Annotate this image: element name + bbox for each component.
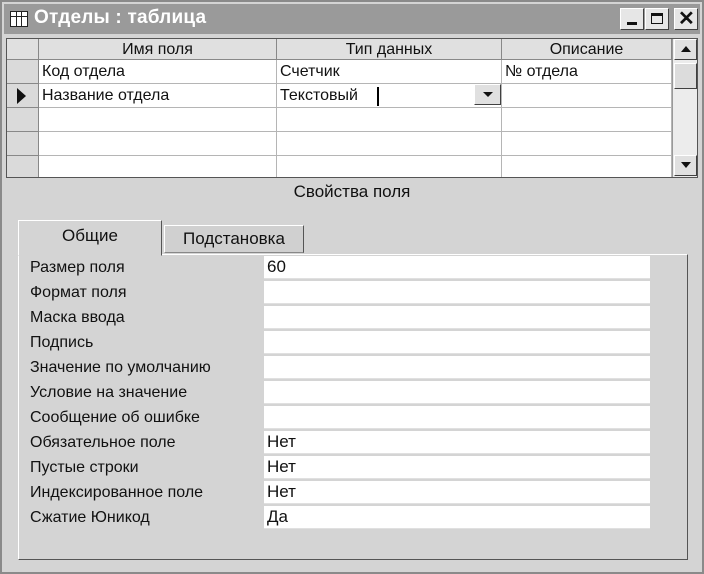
property-label-format: Формат поля [30, 284, 127, 301]
property-label-required: Обязательное поле [30, 434, 176, 451]
description-cell[interactable] [502, 84, 672, 108]
property-label-validation-rule: Условие на значение [30, 384, 188, 401]
data-type-select[interactable]: Текстовый [277, 84, 502, 108]
property-label-allow-empty: Пустые строки [30, 459, 139, 476]
property-label-validation-text: Сообщение об ошибке [30, 409, 200, 426]
property-value-caption[interactable] [264, 331, 650, 354]
row-selector[interactable] [7, 60, 39, 84]
minimize-button[interactable] [620, 8, 644, 30]
table-icon [10, 11, 28, 27]
field-properties-title: Свойства поля [293, 182, 411, 201]
field-name-cell[interactable] [39, 108, 277, 132]
tab-general[interactable]: Общие [18, 220, 162, 256]
data-type-cell[interactable]: Счетчик [277, 60, 502, 84]
property-label-input-mask: Маска ввода [30, 309, 125, 326]
row-selector-current[interactable] [7, 84, 39, 108]
description-cell[interactable] [502, 156, 672, 177]
data-type-cell[interactable] [277, 108, 502, 132]
field-name-cell[interactable]: Код отдела [39, 60, 277, 84]
property-value-format[interactable] [264, 281, 650, 304]
field-name-cell[interactable]: Название отдела [39, 84, 277, 108]
maximize-icon [651, 13, 663, 24]
scrollbar-thumb[interactable] [674, 63, 697, 89]
property-value-required[interactable]: Нет [264, 431, 650, 454]
property-label-field-size: Размер поля [30, 259, 125, 276]
description-cell[interactable]: № отдела [502, 60, 672, 84]
text-caret [377, 87, 379, 106]
row-selector-header [7, 39, 39, 60]
property-value-default-value[interactable] [264, 356, 650, 379]
arrow-up-icon[interactable] [674, 39, 697, 60]
data-type-cell[interactable] [277, 132, 502, 156]
row-selector[interactable] [7, 108, 39, 132]
window-title: Отделы : таблица [34, 7, 207, 28]
row-pointer-icon [17, 88, 26, 104]
row-selector[interactable] [7, 132, 39, 156]
arrow-down-icon[interactable] [674, 155, 697, 176]
property-label-unicode-compression: Сжатие Юникод [30, 509, 150, 526]
column-header-field-name[interactable]: Имя поля [39, 39, 277, 60]
table-design-window: Отделы : таблица ✕ Имя поля Тип данных О… [0, 0, 704, 574]
close-button[interactable]: ✕ [674, 8, 698, 30]
property-value-allow-empty[interactable]: Нет [264, 456, 650, 479]
property-value-input-mask[interactable] [264, 306, 650, 329]
title-bar[interactable]: Отделы : таблица ✕ [4, 4, 700, 34]
field-design-grid: Имя поля Тип данных Описание Код отдела … [6, 38, 698, 178]
tab-lookup[interactable]: Подстановка [164, 225, 304, 253]
maximize-button[interactable] [645, 8, 669, 30]
description-cell[interactable] [502, 132, 672, 156]
field-name-cell[interactable] [39, 132, 277, 156]
column-header-data-type[interactable]: Тип данных [277, 39, 502, 60]
property-value-indexed[interactable]: Нет [264, 481, 650, 504]
row-selector[interactable] [7, 156, 39, 177]
data-type-cell[interactable] [277, 156, 502, 177]
property-label-default-value: Значение по умолчанию [30, 359, 211, 376]
column-header-description[interactable]: Описание [502, 39, 672, 60]
property-value-validation-rule[interactable] [264, 381, 650, 404]
property-value-field-size[interactable]: 60 [264, 256, 650, 279]
minimize-icon [627, 22, 637, 25]
data-type-dropdown-button[interactable] [474, 84, 501, 105]
field-name-cell[interactable] [39, 156, 277, 177]
property-label-indexed: Индексированное поле [30, 484, 204, 501]
description-cell[interactable] [502, 108, 672, 132]
property-label-caption: Подпись [30, 334, 94, 351]
vertical-scrollbar[interactable] [672, 39, 697, 177]
close-icon: ✕ [678, 8, 695, 30]
property-value-unicode-compression[interactable]: Да [264, 506, 650, 529]
property-value-validation-text[interactable] [264, 406, 650, 429]
